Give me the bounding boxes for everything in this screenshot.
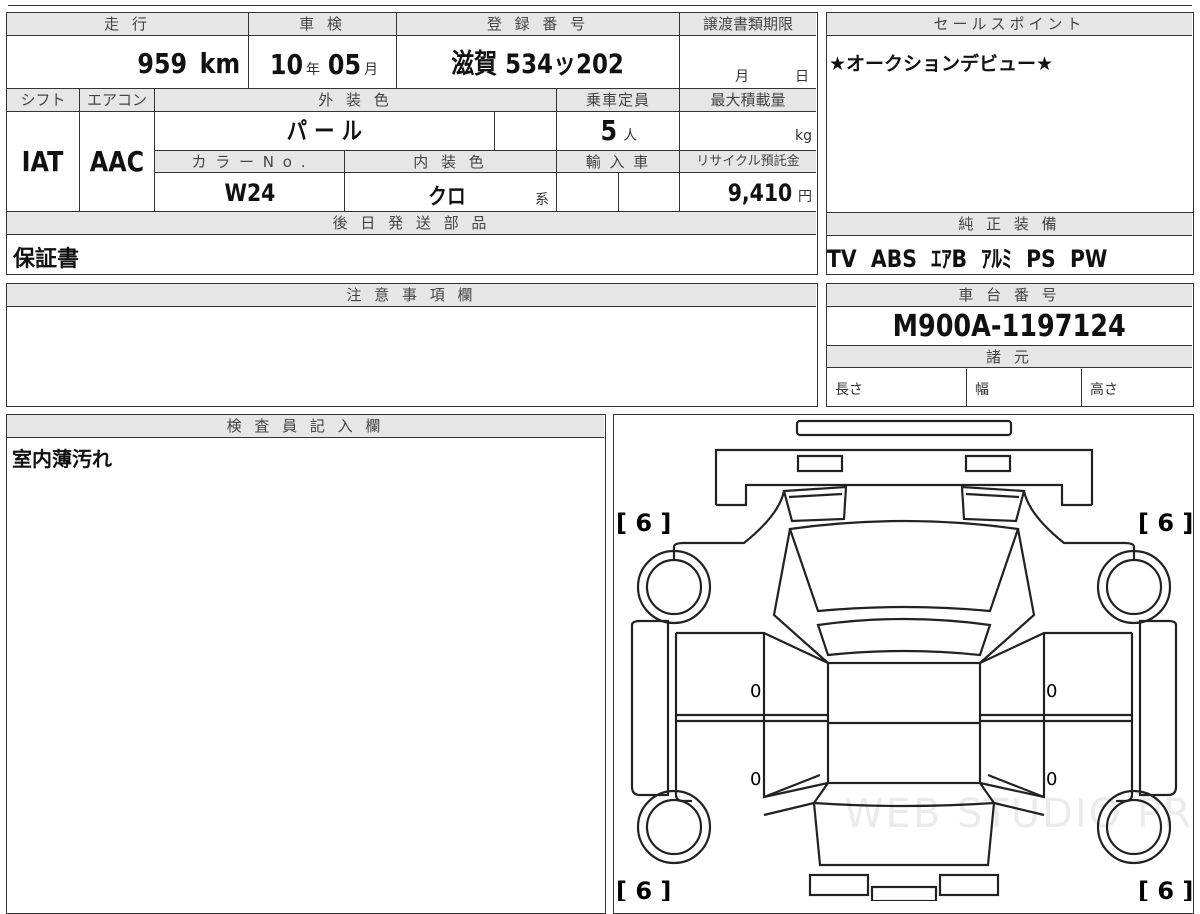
inspection-header: 車 検: [249, 13, 397, 36]
notes-header: 注 意 事 項 欄: [7, 284, 816, 307]
top-cut-strip: [8, 0, 1192, 6]
registration-cell: 滋賀 534ッ202: [397, 36, 680, 89]
side-mark-left-rear: 0: [750, 769, 761, 790]
spec-length: 長さ: [827, 369, 967, 406]
grade-mark-front-right: [ 6 ]: [1138, 509, 1192, 537]
color-no-header: カ ラ ー N o .: [155, 150, 345, 173]
interior-color-suffix: 系: [535, 192, 549, 208]
shift-cell: IAT: [7, 112, 80, 212]
equipment-value: TV ABS ｴｱB ｱﾙﾐ PS PW: [827, 245, 1108, 273]
notes-box: 注 意 事 項 欄: [6, 283, 818, 407]
recycle-header: リサイクル預託金: [680, 150, 816, 173]
spec-width: 幅: [967, 369, 1082, 406]
recycle-unit: 円: [798, 189, 812, 205]
spec-height: 高さ: [1090, 382, 1118, 398]
capacity-header: 乗車定員: [557, 89, 680, 112]
grade-mark-rear-right: [ 6 ]: [1138, 877, 1192, 901]
chassis-header: 車 台 番 号: [827, 284, 1192, 307]
exterior-color-header: 外 装 色: [155, 89, 557, 112]
recycle-value: 9,410: [727, 179, 793, 207]
car-diagram-box: WEB STUDIO PRO [ 6 ] [ 6 ] [ 6 ] [ 6 ] 0…: [613, 414, 1194, 914]
sales-point-value: ★オークションデビュー★: [829, 53, 1054, 75]
shift-header: シフト: [7, 89, 80, 112]
color-no-cell: W24: [155, 173, 345, 212]
car-diagram: WEB STUDIO PRO [ 6 ] [ 6 ] [ 6 ] [ 6 ] 0…: [616, 419, 1192, 901]
interior-color-header: 内 装 色: [345, 150, 557, 173]
shift-value: IAT: [22, 145, 64, 178]
inspection-cell: 10 年 05 月: [249, 36, 397, 89]
exterior-color-value: パ ー ル: [286, 117, 363, 145]
equipment-box: 純 正 装 備 TV ABS ｴｱB ｱﾙﾐ PS PW: [826, 212, 1194, 275]
month-unit: 月: [364, 62, 379, 78]
import-header: 輸 入 車: [557, 150, 680, 173]
watermark-text: WEB STUDIO PRO: [844, 791, 1192, 837]
exterior-color-extra: [495, 112, 557, 150]
mileage-unit: km: [199, 47, 241, 80]
year-unit: 年: [305, 62, 320, 78]
capacity-value: 5: [600, 114, 617, 147]
later-parts-value: 保証書: [13, 247, 80, 272]
exterior-color-cell: パ ー ル: [155, 112, 495, 150]
inspector-note: 室内薄汚れ: [12, 447, 112, 471]
specs-header: 諸 元: [827, 345, 1192, 368]
deadline-month: 月: [735, 69, 749, 85]
registration-value: 滋賀 534ッ202: [451, 49, 625, 80]
side-mark-right-rear: 0: [1046, 769, 1057, 790]
grade-mark-front-left: [ 6 ]: [616, 509, 671, 537]
inspection-year: 10: [269, 48, 304, 81]
chassis-value-cell: M900A-1197124: [827, 307, 1192, 346]
chassis-value: M900A-1197124: [892, 309, 1127, 344]
sales-point-header: セールスポイント: [827, 13, 1192, 36]
equipment-header: 純 正 装 備: [827, 213, 1192, 236]
max-load-cell: kg: [680, 112, 816, 150]
registration-header: 登 録 番 号: [397, 13, 680, 36]
inspector-header: 検 査 員 記 入 欄: [7, 415, 604, 438]
color-no-value: W24: [224, 179, 275, 207]
mileage-header: 走 行: [7, 13, 249, 36]
later-parts-header: 後 日 発 送 部 品: [7, 212, 816, 235]
deadline-day: 日: [795, 69, 809, 85]
recycle-cell: 9,410 円: [680, 173, 816, 212]
aircon-header: エアコン: [80, 89, 155, 112]
import-cell-a: [557, 173, 619, 212]
sales-point-box: セールスポイント ★オークションデビュー★: [826, 12, 1194, 213]
aircon-cell: AAC: [80, 112, 155, 212]
inspection-month: 05: [327, 48, 362, 81]
capacity-cell: 5 人: [557, 112, 680, 150]
transfer-deadline-header: 譲渡書類期限: [680, 13, 816, 36]
transfer-deadline-cell: 月 日: [680, 36, 816, 89]
max-load-header: 最大積載量: [680, 89, 816, 112]
vehicle-info-table: 走 行 車 検 登 録 番 号 譲渡書類期限 959 km 10 年 05 月 滋賀…: [6, 12, 818, 275]
interior-color-cell: クロ 系: [345, 173, 557, 212]
aircon-value: AAC: [89, 145, 145, 178]
mileage-cell: 959 km: [7, 36, 249, 89]
side-mark-left-front: 0: [750, 681, 761, 702]
grade-mark-rear-left: [ 6 ]: [616, 877, 671, 901]
max-load-unit: kg: [795, 128, 812, 144]
inspector-box: 検 査 員 記 入 欄 室内薄汚れ: [6, 414, 606, 914]
import-cell-b: [619, 173, 680, 212]
chassis-box: 車 台 番 号 M900A-1197124 諸 元 長さ 幅 高さ: [826, 283, 1194, 407]
interior-color-value: クロ: [428, 185, 466, 210]
mileage-value: 959: [137, 47, 187, 80]
side-mark-right-front: 0: [1046, 681, 1057, 702]
capacity-unit: 人: [623, 128, 638, 144]
